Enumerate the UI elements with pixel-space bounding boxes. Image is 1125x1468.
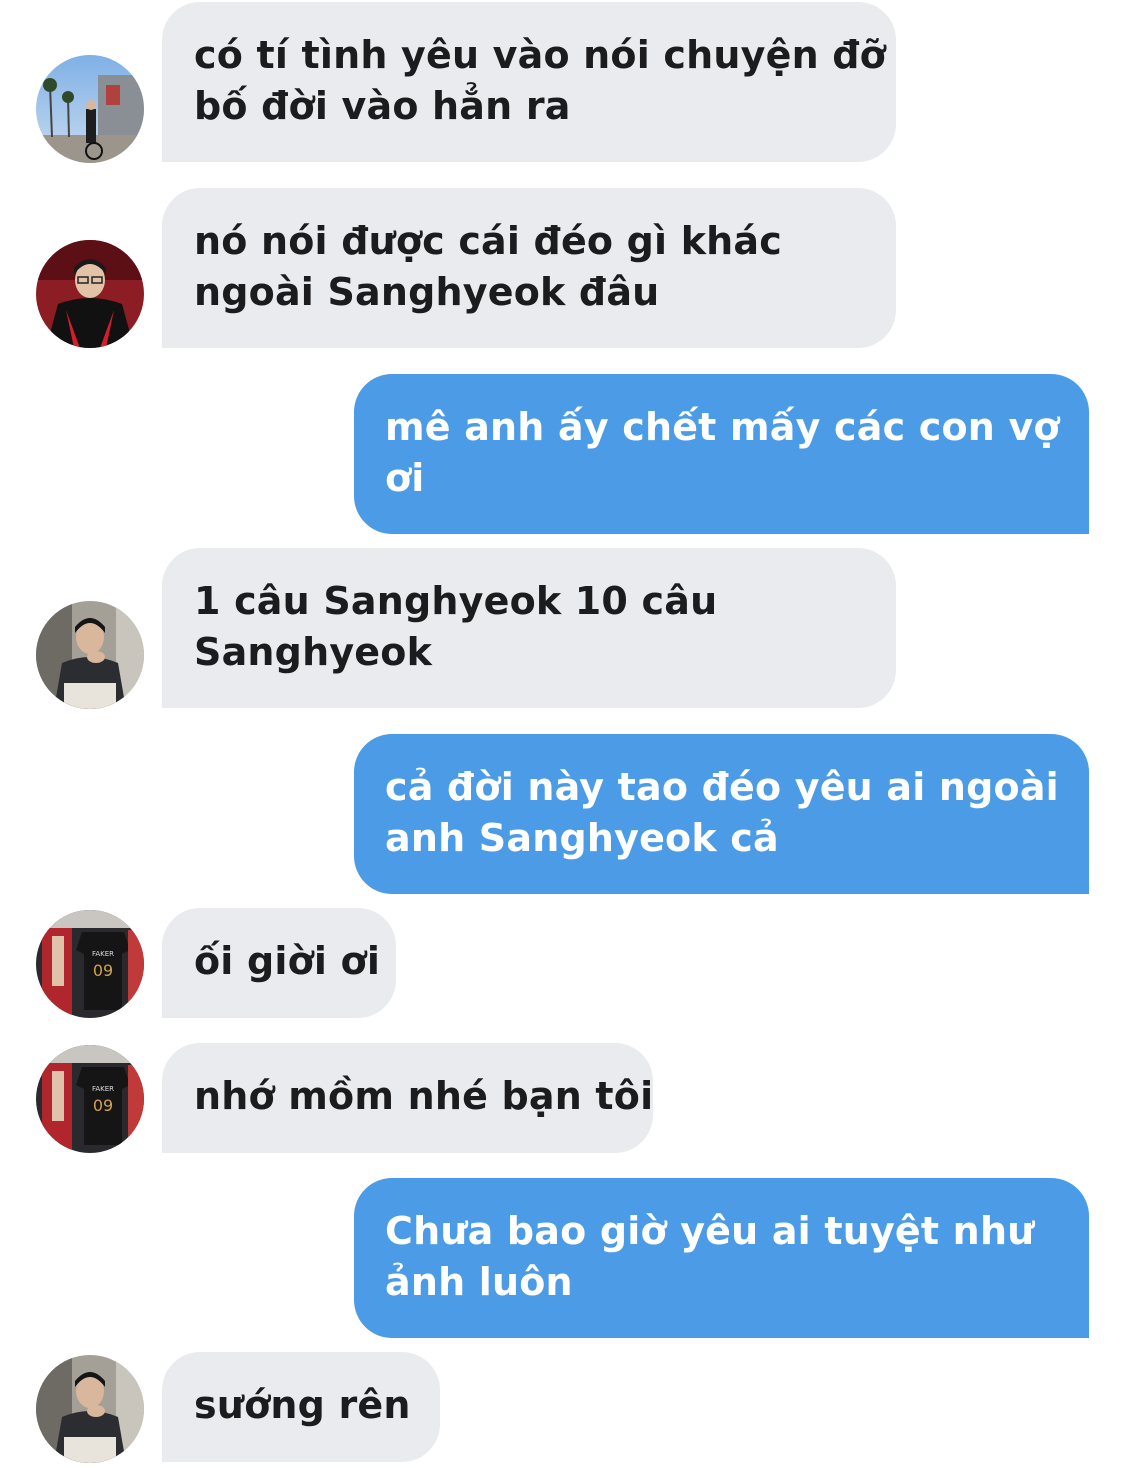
avatar[interactable]: FAKER 09 <box>36 910 144 1018</box>
svg-text:FAKER: FAKER <box>92 1085 114 1093</box>
message-text-line: anh Sanghyeok cả <box>385 816 779 860</box>
message-bubble-incoming[interactable]: 1 câu Sanghyeok 10 câu Sanghyeok <box>162 548 896 708</box>
message-text-line: nhớ mồm nhé bạn tôi <box>194 1074 654 1118</box>
message-text-line: cả đời này tao đéo yêu ai ngoài <box>385 765 1059 809</box>
message-text-line: ơi <box>385 456 425 500</box>
message-bubble-outgoing[interactable]: mê anh ấy chết mấy các con vợ ơi <box>354 374 1089 534</box>
message-text-line: bố đời vào hẳn ra <box>194 84 571 128</box>
message-text-line: Sanghyeok <box>194 630 433 674</box>
message-text-line: mê anh ấy chết mấy các con vợ <box>385 405 1060 449</box>
message-text-line: ngoài Sanghyeok đâu <box>194 270 660 314</box>
message-bubble-incoming[interactable]: nó nói được cái đéo gì khác ngoài Sanghy… <box>162 188 896 348</box>
message-text-line: 1 câu Sanghyeok 10 câu <box>194 579 718 623</box>
message-bubble-outgoing[interactable]: Chưa bao giờ yêu ai tuyệt như ảnh luôn <box>354 1178 1089 1338</box>
svg-text:FAKER: FAKER <box>92 950 114 958</box>
svg-text:09: 09 <box>93 961 113 980</box>
avatar[interactable] <box>36 1355 144 1463</box>
avatar[interactable] <box>36 240 144 348</box>
avatar-jersey-display-icon: FAKER 09 <box>36 1045 144 1153</box>
message-bubble-incoming[interactable]: ối giời ơi <box>162 908 396 1018</box>
message-text-line: ối giời ơi <box>194 939 381 983</box>
avatar-seated-man-icon <box>36 601 144 709</box>
avatar-jersey-display-icon: FAKER 09 <box>36 910 144 1018</box>
avatar-street-photo-icon <box>36 55 144 163</box>
message-text-line: ảnh luôn <box>385 1260 573 1304</box>
avatar[interactable] <box>36 55 144 163</box>
avatar[interactable]: FAKER 09 <box>36 1045 144 1153</box>
message-text-line: sướng rên <box>194 1383 411 1427</box>
message-text-line: Chưa bao giờ yêu ai tuyệt như <box>385 1209 1035 1253</box>
avatar-seated-man-icon <box>36 1355 144 1463</box>
message-bubble-incoming[interactable]: có tí tình yêu vào nói chuyện đỡ bố đời … <box>162 2 896 162</box>
avatar[interactable] <box>36 601 144 709</box>
svg-text:09: 09 <box>93 1096 113 1115</box>
message-text-line: nó nói được cái đéo gì khác <box>194 219 782 263</box>
message-bubble-incoming[interactable]: sướng rên <box>162 1352 440 1462</box>
avatar-red-jacket-icon <box>36 240 144 348</box>
message-bubble-incoming[interactable]: nhớ mồm nhé bạn tôi <box>162 1043 653 1153</box>
message-bubble-outgoing[interactable]: cả đời này tao đéo yêu ai ngoài anh Sang… <box>354 734 1089 894</box>
message-text-line: có tí tình yêu vào nói chuyện đỡ <box>194 33 886 77</box>
